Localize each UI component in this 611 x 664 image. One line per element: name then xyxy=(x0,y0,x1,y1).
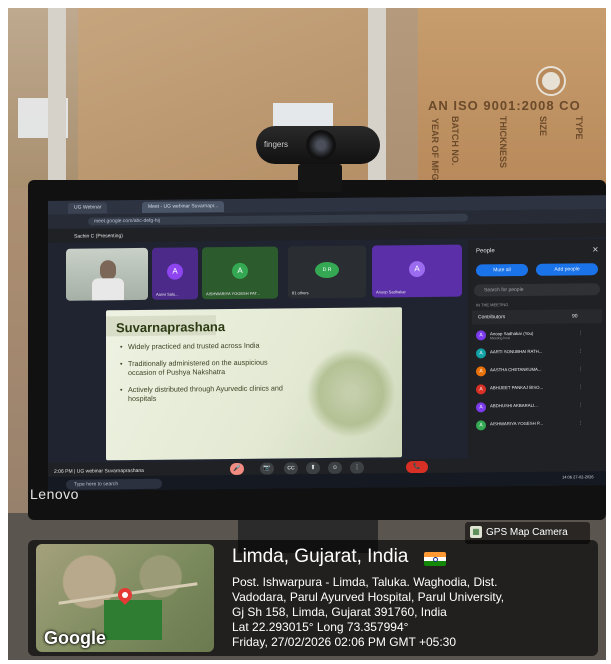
participant-name: AISHWARIYA YOGESH PAT... xyxy=(206,290,260,297)
gps-tag-label: GPS Map Camera xyxy=(486,527,568,538)
person-name: AASTHA CHETANKUMA... xyxy=(490,366,542,373)
mic-off-icon: ⋮ xyxy=(578,402,583,409)
camera-button[interactable]: 📷 xyxy=(260,462,274,475)
browser-tab-meet[interactable]: Meet - UG webinar Suvarnapr... xyxy=(142,201,225,213)
more-options-button[interactable]: ⋮ xyxy=(350,461,364,474)
slide-bullet: Actively distributed through Ayurvedic c… xyxy=(120,383,296,403)
end-call-button[interactable]: 📞 xyxy=(406,460,428,474)
slide-bullet: Widely practiced and trusted across Indi… xyxy=(120,340,296,351)
presentation-slide: Suvarnaprashana Widely practiced and tru… xyxy=(106,307,402,461)
taskbar-search-input[interactable]: Type here to search xyxy=(66,478,162,490)
participant-avatar: A xyxy=(232,262,248,280)
slide-bullets: Widely practiced and trusted across Indi… xyxy=(120,340,296,411)
slide-bullet: Traditionally administered on the auspic… xyxy=(120,357,296,377)
contributors-count: 90 xyxy=(572,313,578,320)
add-people-button[interactable]: Add people xyxy=(536,263,598,276)
mic-off-icon: ⋮ xyxy=(578,366,583,373)
meeting-info: 2:06 PM | UG webinar Suvarnaprashana xyxy=(54,467,144,475)
map-logo: Google xyxy=(44,628,106,648)
pillar xyxy=(48,8,66,193)
mic-off-icon: ⋮ xyxy=(578,348,583,355)
others-count: 81 others xyxy=(292,290,309,296)
webcam-lens xyxy=(306,130,336,160)
person-avatar: A xyxy=(476,420,486,431)
reactions-button[interactable]: ☺ xyxy=(328,461,342,474)
pillar xyxy=(368,8,386,193)
meeting-name: UG webinar Suvarnaprashana xyxy=(76,467,144,475)
mic-off-icon: ⋮ xyxy=(578,420,583,427)
person-row[interactable]: A AASTHA CHETANKUMA... ⋮ xyxy=(472,363,602,378)
person-name: AARTI SONUBHAI RATH... xyxy=(490,348,543,355)
webcam-clip xyxy=(298,164,342,192)
others-avatars: D R xyxy=(315,261,339,279)
address-line: Gj Sh 158, Limda, Gujarat 391760, India xyxy=(232,605,447,619)
video-tile[interactable]: A Anoop Sadhakar xyxy=(372,244,462,298)
present-button[interactable]: ⬆ xyxy=(306,462,320,475)
participant-name: Aanvi Salu... xyxy=(156,291,179,297)
box-side-print: THICKNESS xyxy=(498,116,508,169)
webcam-brand: fingers xyxy=(264,140,289,149)
people-search-input[interactable]: Search for people xyxy=(474,283,600,297)
map-field xyxy=(104,600,162,640)
mic-off-icon: ⋮ xyxy=(578,330,583,337)
in-meeting-label: IN THE MEETING xyxy=(476,302,509,308)
participant-avatar: A xyxy=(409,260,425,278)
person-row[interactable]: A ABHIJEET PANKAJ BISO... ⋮ xyxy=(472,381,602,396)
location-pin-dot xyxy=(122,592,128,598)
person-row[interactable]: A AARTI SONUBHAI RATH... ⋮ xyxy=(472,345,602,360)
monitor-brand: Lenovo xyxy=(30,486,79,502)
video-tile-others[interactable]: D R 81 others xyxy=(288,245,366,299)
person-name: AISHWARIYA YOGESH P... xyxy=(490,420,543,427)
person-avatar: A xyxy=(476,384,486,395)
person-row[interactable]: A AISHWARIYA YOGESH P... ⋮ xyxy=(472,417,602,432)
person-avatar: A xyxy=(476,330,486,341)
meeting-time: 2:06 PM xyxy=(54,468,73,475)
person-avatar: A xyxy=(476,348,486,359)
people-title: People xyxy=(476,248,495,255)
taskbar-time: 14:06 xyxy=(562,474,573,480)
presenting-label: Sachin C (Presenting) xyxy=(74,233,123,240)
browser-tab[interactable]: UG Webinar xyxy=(68,202,108,214)
person-name: ABHIJEET PANKAJ BISO... xyxy=(490,384,544,391)
box-side-print: SIZE xyxy=(538,116,548,137)
mute-all-button[interactable]: Mute all xyxy=(476,263,528,277)
contributors-header[interactable]: Contributors xyxy=(472,309,602,325)
taskbar-clock: 14:06 27-02-2026 xyxy=(562,474,594,479)
video-tile[interactable]: A Aanvi Salu... xyxy=(152,247,198,300)
location-title: Limda, Gujarat, India xyxy=(232,546,409,567)
box-side-print: BATCH NO. xyxy=(450,116,460,166)
india-flag-icon xyxy=(424,552,446,566)
person-row[interactable]: A ABDHUSHI AKBARALI... ⋮ xyxy=(472,399,602,414)
screen: UG Webinar Meet - UG webinar Suvarnapr..… xyxy=(48,195,606,491)
slide-image xyxy=(306,347,396,439)
box-side-print: TYPE xyxy=(574,116,584,140)
slide-title: Suvarnaprashana xyxy=(116,319,226,336)
box-print: AN ISO 9001:2008 CO xyxy=(428,98,581,113)
person-row[interactable]: A Anoop Sadhakar (You) Meeting host ⋮ xyxy=(472,327,602,342)
address-line: Post. Ishwarpura - Limda, Taluka. Waghod… xyxy=(232,575,498,589)
close-icon[interactable]: ✕ xyxy=(592,245,599,254)
taskbar-date: 27-02-2026 xyxy=(573,474,594,480)
box-side-print: YEAR OF MFG xyxy=(430,118,440,181)
presenter-body xyxy=(92,278,124,301)
video-tile[interactable]: A AISHWARIYA YOGESH PAT... xyxy=(202,246,278,300)
mic-off-icon: ⋮ xyxy=(578,384,583,391)
box-sticker xyxy=(538,68,564,94)
coordinates: Lat 22.293015° Long 73.357994° xyxy=(232,620,409,634)
participant-avatar: A xyxy=(167,263,183,280)
person-avatar: A xyxy=(476,366,486,377)
mic-button[interactable]: 🎤 xyxy=(230,462,244,476)
map-icon: ▦ xyxy=(470,526,482,538)
captions-button[interactable]: CC xyxy=(284,462,298,475)
person-name: ABDHUSHI AKBARALI... xyxy=(490,402,538,409)
person-role: Meeting host xyxy=(490,336,511,341)
address-line: Vadodara, Parul Ayurved Hospital, Parul … xyxy=(232,590,505,604)
person-avatar: A xyxy=(476,402,486,413)
participant-name: Anoop Sadhakar xyxy=(376,289,406,295)
video-tile-presenter[interactable] xyxy=(66,247,148,301)
datetime: Friday, 27/02/2026 02:06 PM GMT +05:30 xyxy=(232,635,457,649)
